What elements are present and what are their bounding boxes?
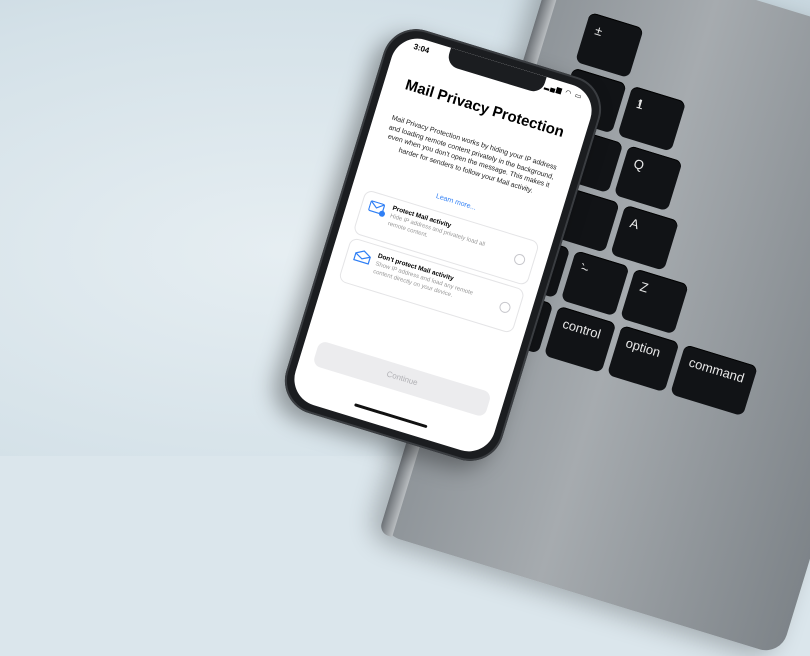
key-command: command: [670, 344, 758, 417]
key-z: Z: [620, 268, 689, 335]
key-q: Q: [613, 145, 683, 212]
continue-button[interactable]: Continue: [312, 340, 492, 418]
key-option: option: [606, 324, 680, 393]
envelope-shield-icon: [368, 200, 385, 217]
radio-button[interactable]: [498, 300, 512, 315]
status-time: 3:04: [412, 41, 431, 56]
key-tilde: ~ `: [560, 250, 630, 317]
envelope-open-icon: [353, 250, 371, 265]
key-a: A: [610, 204, 680, 271]
key-1: ! 1: [617, 85, 687, 152]
key-plusminus: ±: [575, 11, 644, 79]
radio-button[interactable]: [512, 252, 527, 267]
key-control: control: [543, 305, 617, 373]
